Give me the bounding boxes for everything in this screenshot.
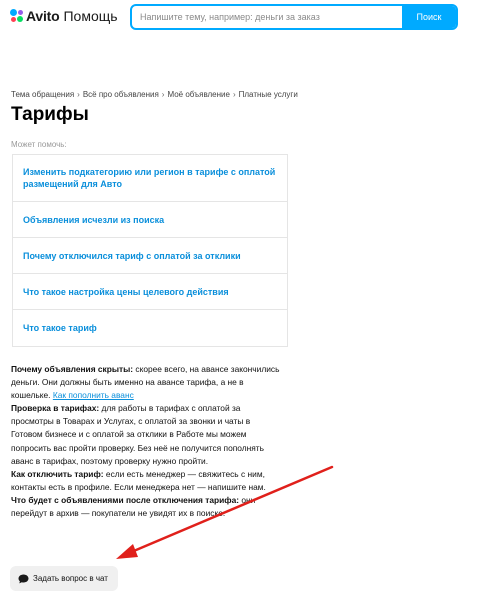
suggestion-link[interactable]: Что такое настройка цены целевого действ… [13, 274, 287, 310]
breadcrumb-item[interactable]: Моё объявление [167, 90, 230, 99]
ask-chat-label: Задать вопрос в чат [33, 574, 108, 583]
suggestion-link[interactable]: Объявления исчезли из поиска [13, 202, 287, 238]
search-input[interactable] [132, 6, 402, 28]
article-question: Проверка в тарифах: [11, 403, 100, 414]
article-question: Что будет с объявлениями после отключени… [11, 494, 240, 505]
logo-brand: Avito [26, 8, 60, 24]
article-question: Почему объявления скрыты: [11, 364, 134, 374]
breadcrumb-item[interactable]: Тема обращения [11, 90, 74, 99]
article-question: Как отключить тариф: [11, 468, 104, 479]
breadcrumb-separator: › [232, 90, 236, 99]
header: Avito Помощь Поиск [0, 0, 480, 34]
ask-chat-button[interactable]: Задать вопрос в чат [10, 566, 118, 591]
suggestion-label: Объявления исчезли из поиска [23, 214, 165, 225]
top-up-advance-link[interactable]: Как пополнить аванс [53, 390, 134, 400]
suggestions-label: Может помочь: [11, 140, 67, 149]
search-bar: Поиск [130, 4, 458, 30]
avito-logo[interactable]: Avito Помощь [10, 8, 118, 24]
breadcrumb-item[interactable]: Всё про объявления [83, 90, 159, 99]
chat-bubble-icon [18, 574, 29, 584]
suggestion-label: Почему отключился тариф с оплатой за отк… [23, 250, 241, 261]
suggestion-link[interactable]: Почему отключился тариф с оплатой за отк… [13, 238, 287, 274]
suggestions-list: Изменить подкатегорию или регион в тариф… [12, 154, 288, 347]
article-body: Почему объявления скрыты: скорее всего, … [11, 363, 281, 520]
article-paragraph: Проверка в тарифах: для работы в тарифах… [11, 402, 281, 467]
suggestion-label: Что такое настройка цены целевого действ… [23, 286, 229, 297]
article-paragraph: Почему объявления скрыты: скорее всего, … [11, 363, 281, 402]
search-button[interactable]: Поиск [402, 6, 456, 28]
article-paragraph: Как отключить тариф: если есть менеджер … [11, 468, 281, 494]
page-title: Тарифы [11, 104, 89, 125]
suggestion-label: Изменить подкатегорию или регион в тариф… [23, 167, 276, 189]
breadcrumb-separator: › [77, 90, 80, 99]
breadcrumb: Тема обращения › Всё про объявления › Моё об… [11, 90, 298, 99]
suggestion-label: Что такое тариф [23, 323, 97, 333]
suggestion-link[interactable]: Изменить подкатегорию или регион в тариф… [13, 155, 287, 202]
article-paragraph: Что будет с объявлениями после отключени… [11, 494, 281, 520]
breadcrumb-separator: › [161, 90, 165, 99]
logo-section: Помощь [63, 8, 118, 24]
breadcrumb-item[interactable]: Платные услуги [239, 90, 298, 99]
suggestion-link[interactable]: Что такое тариф [13, 310, 287, 346]
avito-logo-icon [10, 9, 24, 23]
